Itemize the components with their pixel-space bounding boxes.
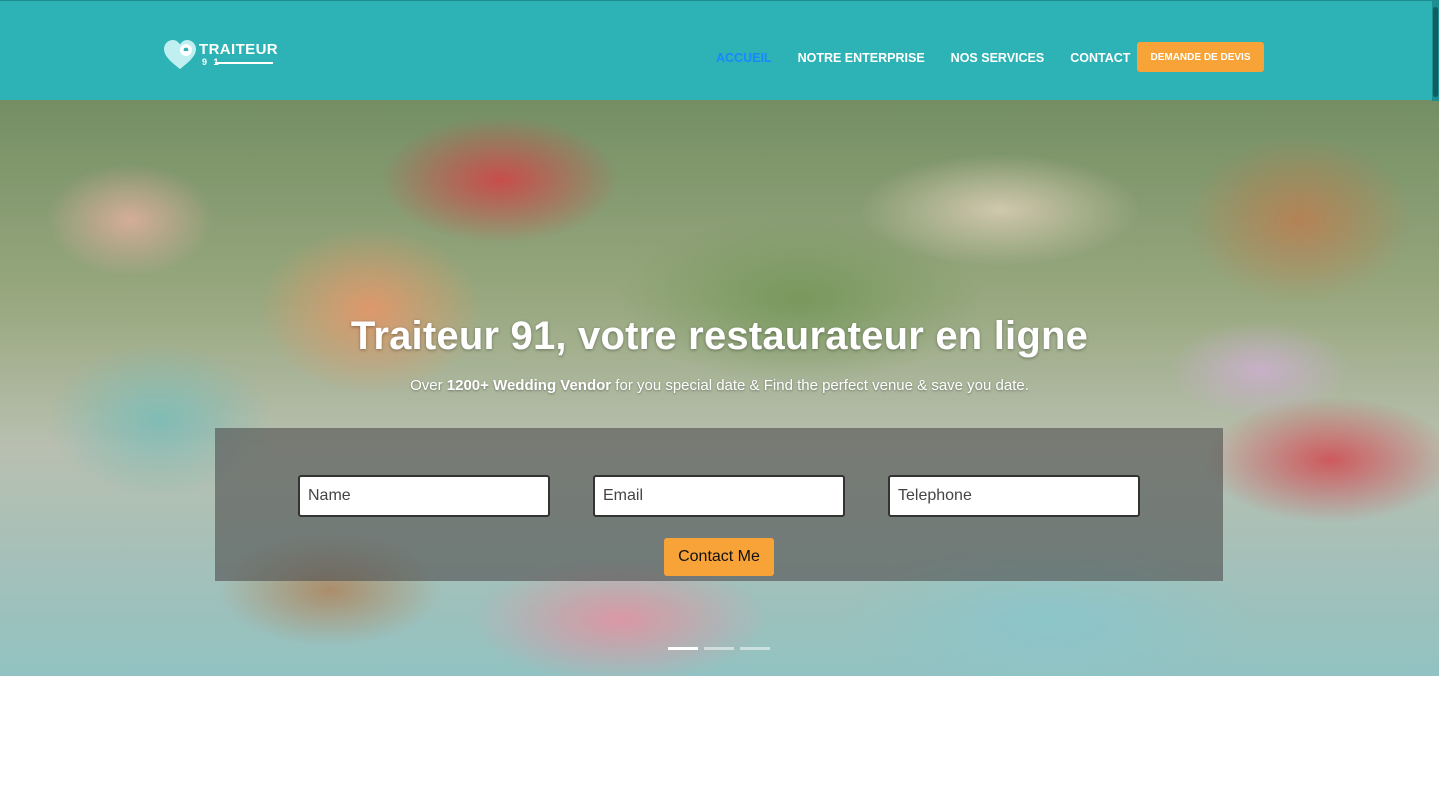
- carousel-indicator-1[interactable]: [668, 647, 698, 650]
- scrollbar-thumb[interactable]: [1433, 7, 1438, 97]
- contact-form: Contact Me: [215, 428, 1223, 581]
- hero-carousel: Traiteur 91, votre restaurateur en ligne…: [0, 100, 1439, 676]
- hero-subtitle-prefix: Over: [410, 377, 447, 394]
- email-input[interactable]: [593, 475, 845, 517]
- top-navbar: TRAITEUR 9 1 ACCUEIL NOTRE ENTERPRISE NO…: [0, 0, 1439, 101]
- nav-link-accueil[interactable]: ACCUEIL: [703, 47, 785, 69]
- hero-subtitle-suffix: for you special date & Find the perfect …: [611, 377, 1029, 394]
- scrollbar[interactable]: [1432, 1, 1439, 101]
- brand-wordmark: TRAITEUR 9 1: [199, 40, 279, 70]
- nav-link-notre-enterprise[interactable]: NOTRE ENTERPRISE: [785, 47, 938, 69]
- carousel-indicator-2[interactable]: [704, 647, 734, 650]
- heart-map-pin-icon: [164, 40, 196, 69]
- nav-link-nos-services[interactable]: NOS SERVICES: [938, 47, 1058, 69]
- main-nav: ACCUEIL NOTRE ENTERPRISE NOS SERVICES CO…: [703, 47, 1143, 69]
- contact-me-button[interactable]: Contact Me: [664, 538, 774, 576]
- nav-link-contact[interactable]: CONTACT: [1057, 47, 1143, 69]
- hero-subtitle-highlight: 1200+ Wedding Vendor: [446, 377, 612, 394]
- carousel-indicators: [668, 647, 770, 650]
- brand-name: TRAITEUR: [199, 41, 279, 58]
- name-input[interactable]: [298, 475, 550, 517]
- hero-title: Traiteur 91, votre restaurateur en ligne: [350, 314, 1089, 358]
- telephone-input[interactable]: [888, 475, 1140, 517]
- carousel-indicator-3[interactable]: [740, 647, 770, 650]
- brand-logo[interactable]: TRAITEUR 9 1: [163, 39, 279, 71]
- brand-underline: [215, 62, 273, 64]
- quote-request-button[interactable]: DEMANDE DE DEVIS: [1137, 42, 1264, 72]
- hero-subtitle: Over 1200+ Wedding Vendor for you specia…: [0, 377, 1439, 394]
